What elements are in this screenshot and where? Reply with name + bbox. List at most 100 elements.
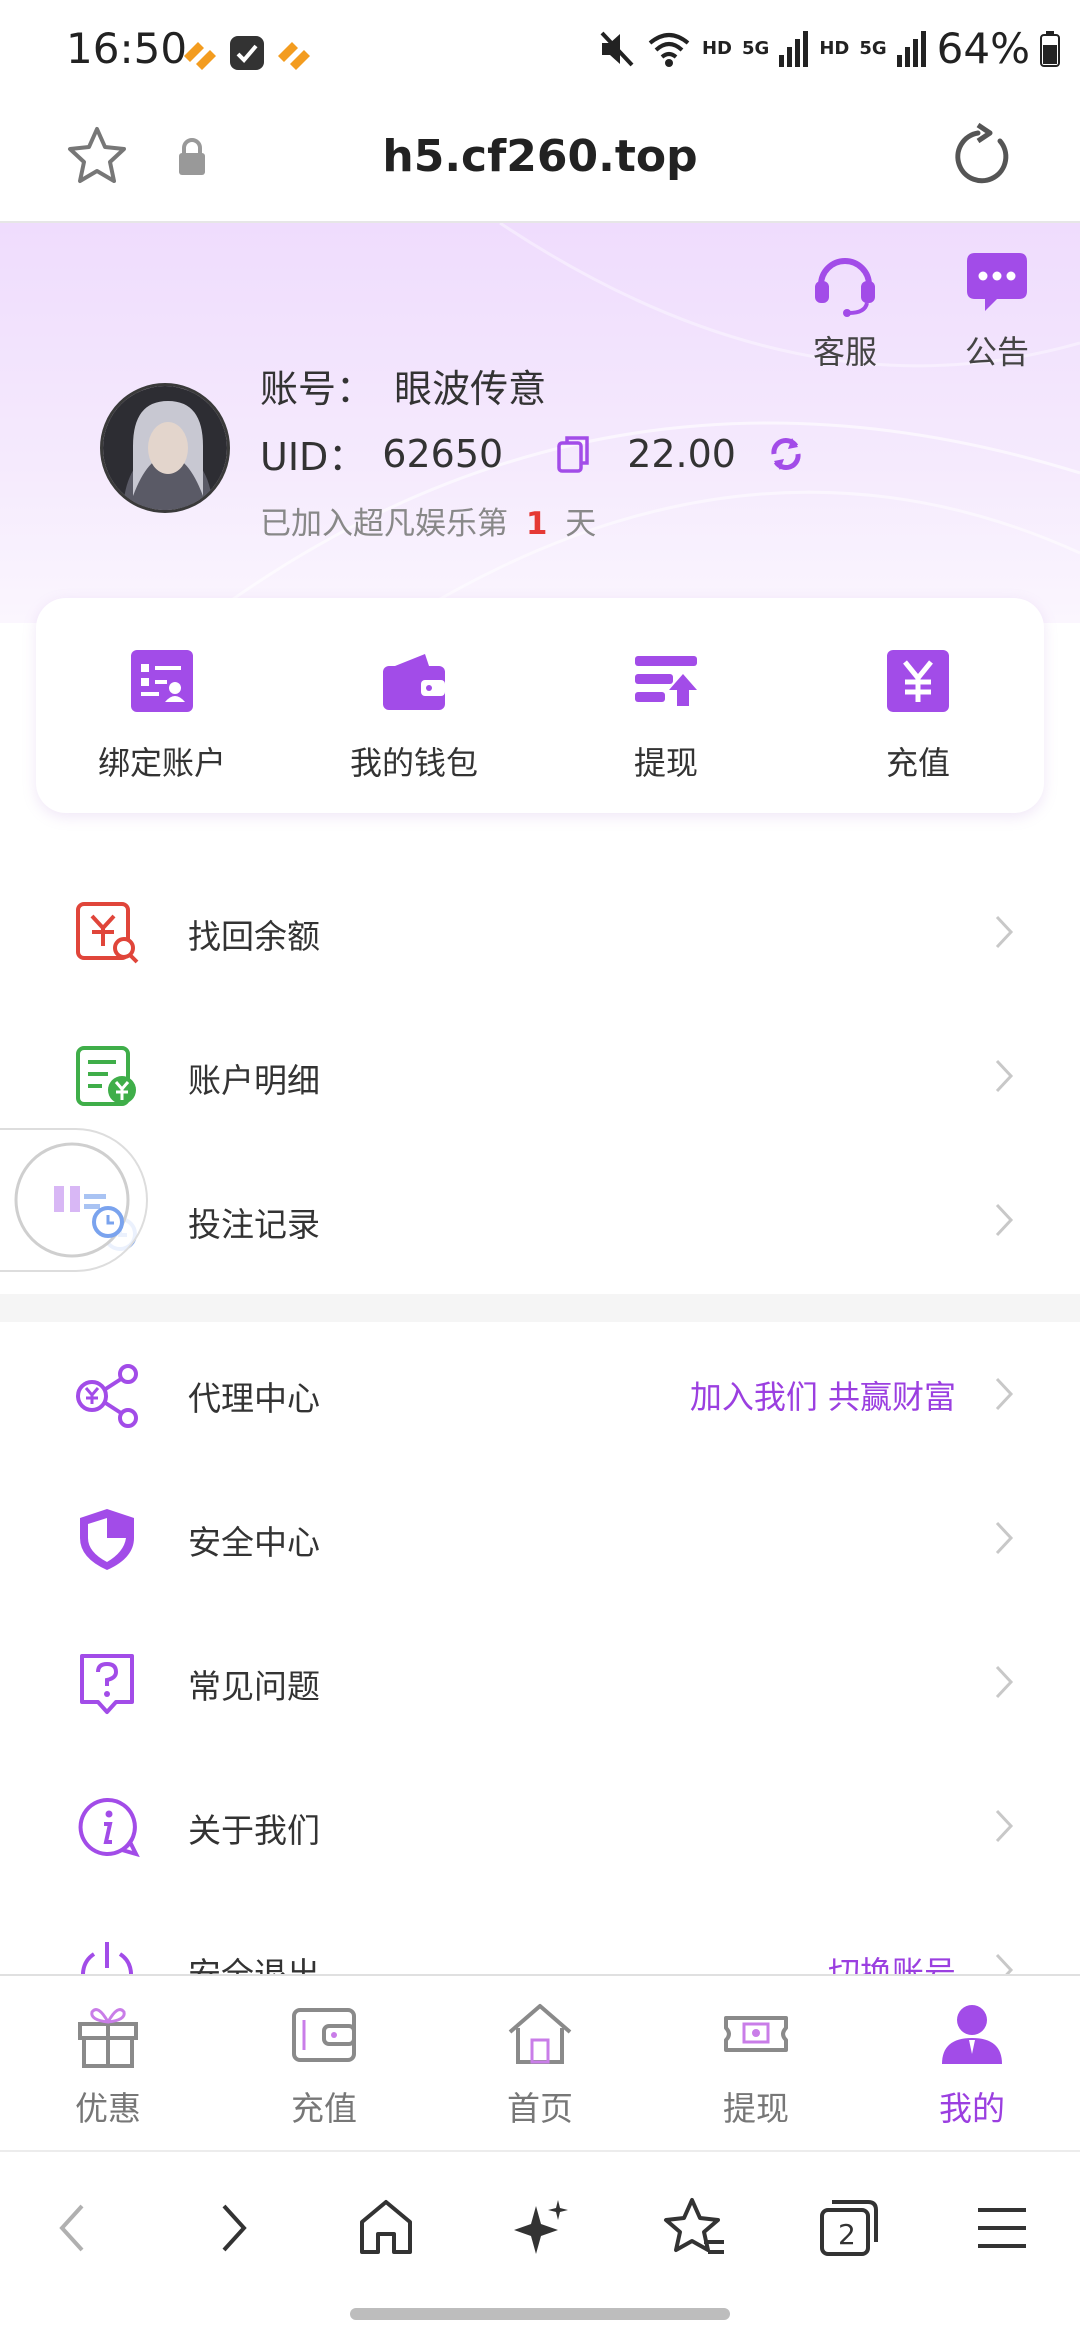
signal-icon [779, 30, 809, 67]
quick-bind-account-label: 绑定账户 [97, 744, 226, 782]
app-notification-icon [230, 36, 264, 70]
menu-agent-center-label: 代理中心 [188, 1379, 320, 1418]
copy-icon[interactable] [557, 435, 591, 473]
floating-widget[interactable] [0, 1128, 148, 1272]
user-icon [942, 2005, 1002, 2064]
url-text[interactable]: h5.cf260.top [0, 131, 1080, 182]
chevron-right-icon [995, 1665, 1014, 1699]
app-notification-icon [278, 42, 310, 70]
screen: 16:50 HD 5G HD 5G 64% h5.cf260.top 客服 公告… [0, 0, 1080, 2340]
status-bar: 16:50 HD 5G HD 5G 64% [0, 0, 1080, 105]
wallet-icon [383, 654, 445, 710]
forward-icon[interactable] [196, 2192, 268, 2264]
tabs-button[interactable]: 2 [812, 2192, 884, 2264]
customer-service-button[interactable]: 客服 [790, 251, 900, 373]
network-hd-label: HD [701, 38, 732, 59]
back-icon[interactable] [38, 2192, 110, 2264]
menu-about-us[interactable]: 关于我们 [0, 1754, 1080, 1898]
menu-agent-center-tag: 加入我们 共赢财富 [689, 1378, 956, 1416]
join-prefix: 已加入超凡娱乐第 [260, 506, 508, 542]
tab-home[interactable]: 首页 [432, 1976, 648, 2150]
headset-icon [815, 258, 875, 317]
wallet-icon [292, 2008, 356, 2062]
home-icon [508, 2004, 572, 2064]
network-5g-label: 5G [742, 38, 770, 59]
uid-line: UID： 62650 22.00 [260, 426, 806, 481]
notice-button[interactable]: 公告 [942, 251, 1052, 373]
faq-icon [80, 1654, 134, 1714]
menu-account-detail-label: 账户明细 [188, 1061, 320, 1100]
tab-promotions-label: 优惠 [75, 2089, 141, 2128]
status-time: 16:50 [66, 24, 188, 73]
menu-icon[interactable] [966, 2192, 1038, 2264]
cash-icon [724, 2016, 788, 2052]
tab-mine[interactable]: 我的 [864, 1976, 1080, 2150]
status-indicators: HD 5G HD 5G 64% [598, 24, 1060, 73]
tab-recharge[interactable]: 充值 [216, 1976, 432, 2150]
tab-recharge-label: 充值 [291, 2089, 357, 2128]
menu-security-center[interactable]: 安全中心 [0, 1466, 1080, 1610]
reload-icon[interactable] [948, 121, 1018, 191]
menu-faq[interactable]: 常见问题 [0, 1610, 1080, 1754]
battery-percent: 64% [936, 24, 1030, 73]
quick-wallet[interactable]: 我的钱包 [288, 598, 540, 813]
quick-withdraw[interactable]: 提现 [540, 598, 792, 813]
quick-recharge[interactable]: 充值 [792, 598, 1044, 813]
shield-icon [80, 1509, 134, 1570]
bind-account-icon [131, 650, 193, 712]
profile-header: 客服 公告 账号： 眼波传意 UID： 62650 22.00 已加入超凡娱乐第… [0, 223, 1080, 623]
chevron-right-icon [995, 1809, 1014, 1843]
menu-security-center-label: 安全中心 [188, 1523, 320, 1562]
signal-icon [896, 30, 926, 67]
join-days: 1 [525, 506, 548, 542]
gesture-home-bar[interactable] [350, 2308, 730, 2320]
menu-about-us-label: 关于我们 [188, 1811, 320, 1850]
recover-balance-icon [76, 902, 139, 964]
tab-home-label: 首页 [507, 2089, 573, 2128]
withdraw-icon [635, 656, 697, 706]
home-icon[interactable] [350, 2192, 422, 2264]
network-hd-label: HD [819, 38, 850, 59]
avatar-image [103, 386, 227, 510]
account-detail-icon [76, 1046, 136, 1106]
account-line: 账号： 眼波传意 [260, 358, 546, 413]
quick-recharge-label: 充值 [885, 744, 950, 782]
wifi-icon [648, 32, 690, 67]
account-prefix: 账号： [260, 367, 375, 411]
uid-prefix: UID： [260, 435, 367, 479]
quick-bind-account[interactable]: 绑定账户 [36, 598, 288, 813]
customer-service-label: 客服 [812, 333, 877, 371]
browser-url-bar: h5.cf260.top [0, 105, 1080, 223]
tab-count: 2 [838, 2218, 856, 2251]
menu-account-detail[interactable]: 账户明细 [0, 1004, 1080, 1148]
account-name: 眼波传意 [394, 367, 547, 411]
recharge-icon [887, 650, 949, 712]
notice-label: 公告 [964, 333, 1029, 371]
join-days-line: 已加入超凡娱乐第 1 天 [260, 498, 596, 543]
quick-withdraw-label: 提现 [633, 744, 698, 782]
menu-agent-center[interactable]: 代理中心 加入我们 共赢财富 [0, 1322, 1080, 1466]
bottom-tab-bar: 优惠 充值 首页 提现 我的 [0, 1974, 1080, 2150]
chevron-right-icon [995, 1521, 1014, 1555]
menu-recover-balance[interactable]: 找回余额 [0, 860, 1080, 1004]
info-icon [78, 1797, 140, 1858]
tab-promotions[interactable]: 优惠 [0, 1976, 216, 2150]
chat-bubble-icon [967, 253, 1027, 311]
mute-icon [600, 31, 634, 66]
avatar[interactable] [100, 383, 230, 513]
chevron-right-icon [995, 1203, 1014, 1237]
sparkle-icon[interactable] [504, 2192, 576, 2264]
network-5g-label: 5G [859, 38, 887, 59]
menu-bet-record-label: 投注记录 [188, 1205, 320, 1244]
quick-wallet-label: 我的钱包 [349, 744, 478, 782]
chevron-right-icon [995, 1377, 1014, 1411]
tab-withdraw[interactable]: 提现 [648, 1976, 864, 2150]
refresh-icon[interactable] [766, 434, 806, 474]
join-suffix: 天 [565, 506, 597, 542]
section-divider [0, 1294, 1080, 1322]
floating-widget-icon [14, 1142, 130, 1258]
menu-bet-record[interactable]: 投注记录 [0, 1148, 1080, 1292]
balance-value: 22.00 [627, 431, 736, 476]
bookmarks-icon[interactable] [658, 2192, 730, 2264]
chevron-right-icon [995, 915, 1014, 949]
